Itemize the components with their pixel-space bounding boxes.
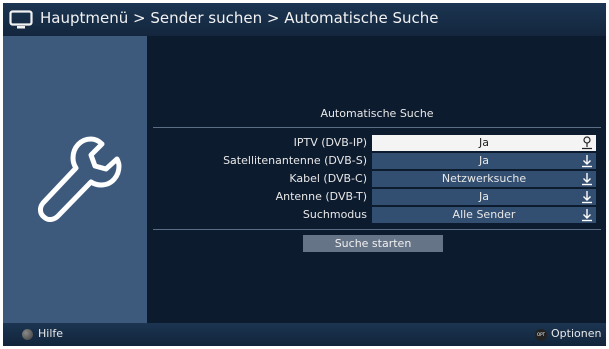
setting-label-dvbc: Kabel (DVB-C) bbox=[289, 172, 367, 185]
options-label[interactable]: Optionen bbox=[551, 327, 601, 340]
breadcrumb-title: Hauptmenü > Sender suchen > Automatische… bbox=[40, 9, 439, 27]
options-button-icon[interactable]: OPT bbox=[535, 329, 547, 341]
setting-field-dvbs[interactable]: Ja bbox=[372, 153, 596, 169]
setting-label-dvbs: Satellitenantenne (DVB-S) bbox=[223, 154, 367, 167]
wrench-icon bbox=[38, 136, 122, 222]
setting-value-dvbs: Ja bbox=[479, 154, 489, 167]
setting-value-iptv: Ja bbox=[479, 136, 489, 149]
setting-value-suchmodus: Alle Sender bbox=[452, 208, 516, 221]
setting-field-suchmodus[interactable]: Alle Sender bbox=[372, 207, 596, 223]
bottom-bar: Hilfe OPT Optionen bbox=[3, 323, 606, 346]
usb-icon bbox=[582, 136, 592, 150]
arrow-down-icon bbox=[582, 191, 592, 204]
setting-field-iptv[interactable]: Ja bbox=[372, 135, 596, 151]
help-button-icon[interactable] bbox=[22, 329, 33, 340]
section-title: Automatische Suche bbox=[320, 107, 434, 120]
setting-field-dvbt[interactable]: Ja bbox=[372, 189, 596, 205]
setting-label-suchmodus: Suchmodus bbox=[302, 208, 367, 221]
setting-value-dvbc: Netzwerksuche bbox=[441, 172, 527, 185]
start-search-button[interactable]: Suche starten bbox=[303, 235, 443, 252]
setting-field-dvbc[interactable]: Netzwerksuche bbox=[372, 171, 596, 187]
left-panel bbox=[3, 36, 147, 323]
arrow-down-icon bbox=[582, 155, 592, 168]
divider-bottom bbox=[153, 229, 601, 230]
arrow-down-icon bbox=[582, 173, 592, 186]
setting-value-dvbt: Ja bbox=[479, 190, 489, 203]
setting-label-iptv: IPTV (DVB-IP) bbox=[293, 136, 367, 149]
tv-icon bbox=[9, 10, 33, 29]
arrow-down-icon bbox=[582, 209, 592, 222]
setting-label-dvbt: Antenne (DVB-T) bbox=[275, 190, 367, 203]
help-label[interactable]: Hilfe bbox=[38, 327, 63, 340]
title-bar: Hauptmenü > Sender suchen > Automatische… bbox=[3, 3, 606, 36]
divider-top bbox=[153, 127, 601, 128]
